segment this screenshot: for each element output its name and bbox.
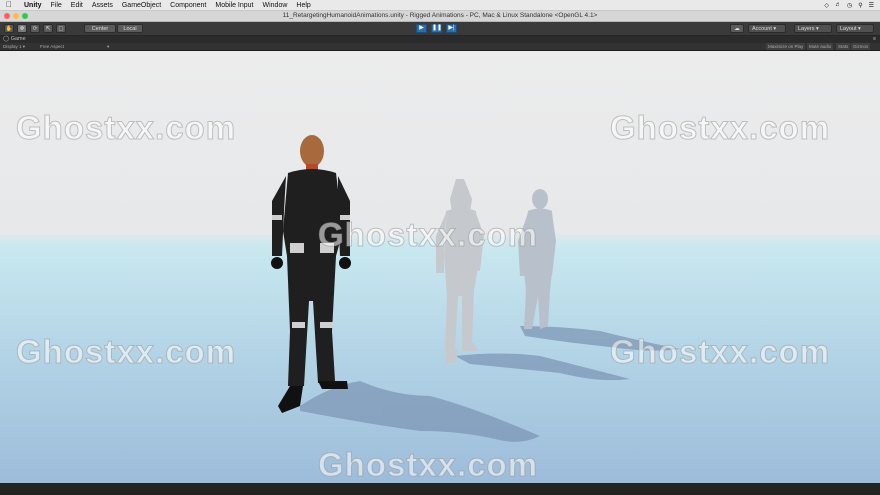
aspect-label: Free Aspect: [40, 44, 65, 49]
watermark-text: Ghostxx.com: [317, 216, 539, 254]
search-icon[interactable]: ⚲: [858, 2, 862, 9]
watermark-text: Ghostxx.com: [317, 446, 539, 484]
pivot-toggle-button[interactable]: Center: [84, 24, 116, 33]
mute-audio-toggle[interactable]: Mute audio: [807, 43, 834, 50]
menu-assets[interactable]: Assets: [92, 2, 113, 9]
game-tab-label: Game: [10, 36, 26, 42]
game-tab[interactable]: ◯ Game ≡: [0, 36, 880, 43]
cloud-icon[interactable]: ☁: [730, 24, 744, 33]
menu-window[interactable]: Window: [263, 2, 288, 9]
game-view-toolbar: Display 1 ▾ Free Aspect ▾ Maximize on Pl…: [0, 43, 880, 51]
aspect-dropdown[interactable]: Free Aspect: [40, 43, 64, 50]
step-button[interactable]: ▶|: [446, 24, 457, 33]
gizmos-dropdown[interactable]: Gizmos: [851, 43, 871, 50]
layout-label: Layout: [840, 26, 857, 32]
watermark-text: Ghostxx.com: [15, 333, 237, 371]
unity-toolbar: ✋ ✥ ⟳ ⇱ ▢ Center Local ▶ ❚❚ ▶| ☁ Account…: [0, 22, 880, 36]
aspect-chevron-icon[interactable]: ▾: [107, 43, 109, 50]
watermark-text: Ghostxx.com: [15, 109, 237, 147]
zoom-window-button[interactable]: [22, 13, 28, 19]
menu-file[interactable]: File: [51, 2, 62, 9]
notification-center-icon[interactable]: ☰: [869, 2, 874, 9]
hand-tool-icon[interactable]: ✋: [4, 24, 14, 33]
airplay-icon[interactable]: ◇: [824, 2, 829, 9]
layout-dropdown[interactable]: Layout ▾: [836, 24, 874, 33]
game-tab-icon: ◯: [3, 36, 10, 42]
move-tool-icon[interactable]: ✥: [17, 24, 27, 33]
apple-icon[interactable]: : [6, 0, 16, 10]
menu-edit[interactable]: Edit: [71, 2, 83, 9]
display-dropdown[interactable]: Display 1 ▾: [3, 43, 25, 50]
layers-label: Layers: [798, 26, 815, 32]
menu-gameobject[interactable]: GameObject: [122, 2, 161, 9]
pivot-label: Center: [91, 26, 109, 32]
status-icons: ◇ ♬ ◷ ⚲ ☰: [824, 0, 874, 10]
rect-tool-icon[interactable]: ▢: [56, 24, 66, 33]
game-viewport[interactable]: Ghostxx.com Ghostxx.com Ghostxx.com Ghos…: [0, 51, 880, 483]
account-dropdown[interactable]: Account ▾: [748, 24, 786, 33]
humanoid-character-mannequin[interactable]: [518, 189, 556, 329]
close-window-button[interactable]: [4, 13, 10, 19]
rotate-tool-icon[interactable]: ⟳: [30, 24, 40, 33]
window-controls: [4, 13, 28, 19]
menu-component[interactable]: Component: [170, 2, 206, 9]
status-bar: [0, 483, 880, 495]
time-machine-icon[interactable]: ◷: [847, 2, 852, 9]
scale-tool-icon[interactable]: ⇱: [43, 24, 53, 33]
stats-toggle[interactable]: Stats: [836, 43, 851, 50]
play-button[interactable]: ▶: [416, 24, 427, 33]
account-label: Account: [752, 26, 772, 32]
mac-menu-bar:  Unity File Edit Assets GameObject Comp…: [0, 0, 880, 11]
layers-dropdown[interactable]: Layers ▾: [794, 24, 832, 33]
space-toggle-button[interactable]: Local: [117, 24, 143, 33]
pause-button[interactable]: ❚❚: [431, 24, 442, 33]
humanoid-character-main[interactable]: [271, 135, 351, 413]
menu-mobile-input[interactable]: Mobile Input: [215, 2, 253, 9]
humanoid-character-robot[interactable]: [436, 179, 484, 363]
minimize-window-button[interactable]: [13, 13, 19, 19]
menu-help[interactable]: Help: [296, 2, 310, 9]
volume-icon[interactable]: ♬: [835, 2, 841, 8]
tab-menu-icon[interactable]: ≡: [873, 36, 876, 43]
window-title: 11_RetargetingHumanoidAnimations.unity -…: [0, 11, 880, 22]
display-label: Display 1: [3, 44, 22, 49]
watermark-text: Ghostxx.com: [609, 333, 831, 371]
space-label: Local: [123, 26, 137, 32]
watermark-text: Ghostxx.com: [609, 109, 831, 147]
app-menu-unity[interactable]: Unity: [24, 2, 42, 9]
maximize-on-play-toggle[interactable]: Maximize on Play: [766, 43, 806, 50]
